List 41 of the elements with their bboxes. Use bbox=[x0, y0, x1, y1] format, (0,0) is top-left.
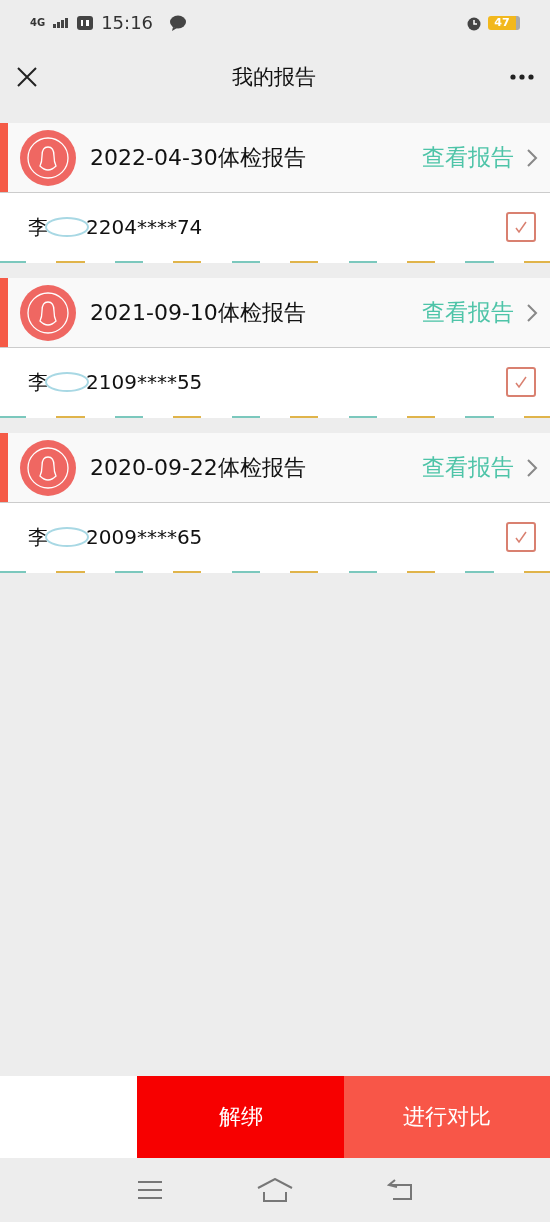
id-number: 2204****74 bbox=[86, 215, 203, 239]
avatar-icon bbox=[20, 439, 76, 496]
checkbox[interactable] bbox=[506, 212, 536, 242]
unbind-button[interactable]: 解绑 bbox=[137, 1076, 344, 1158]
check-icon bbox=[514, 530, 528, 544]
page-title: 我的报告 bbox=[232, 64, 316, 91]
chevron-right-icon[interactable] bbox=[526, 147, 538, 168]
checkbox[interactable] bbox=[506, 522, 536, 552]
home-icon[interactable] bbox=[257, 1178, 293, 1202]
patient-name: 李 bbox=[28, 523, 48, 551]
more-icon[interactable] bbox=[510, 74, 534, 80]
chevron-right-icon[interactable] bbox=[526, 457, 538, 478]
view-report-link[interactable]: 查看报告 bbox=[422, 142, 514, 173]
status-time: 15:16 bbox=[101, 12, 154, 33]
signal-icon bbox=[53, 17, 70, 28]
report-title: 2022-04-30体检报告 bbox=[90, 143, 307, 172]
report-title: 2020-09-22体检报告 bbox=[90, 453, 307, 482]
id-number: 2009****65 bbox=[86, 525, 203, 549]
close-icon[interactable] bbox=[16, 66, 38, 88]
battery-icon: 47 bbox=[488, 15, 520, 30]
avatar-icon bbox=[20, 284, 76, 341]
network-label: 4G bbox=[30, 17, 46, 28]
patient-name: 李 bbox=[28, 213, 48, 241]
check-icon bbox=[514, 375, 528, 389]
compare-button[interactable]: 进行对比 bbox=[344, 1076, 550, 1158]
check-icon bbox=[514, 220, 528, 234]
view-report-link[interactable]: 查看报告 bbox=[422, 452, 514, 483]
hd-icon bbox=[77, 15, 94, 30]
accent-bar bbox=[0, 123, 8, 192]
id-number: 2109****55 bbox=[86, 370, 203, 394]
menu-icon[interactable] bbox=[137, 1180, 163, 1200]
back-icon[interactable] bbox=[387, 1179, 413, 1201]
accent-bar bbox=[0, 433, 8, 502]
chat-icon bbox=[169, 14, 188, 31]
checkbox[interactable] bbox=[506, 367, 536, 397]
patient-name: 李 bbox=[28, 368, 48, 396]
view-report-link[interactable]: 查看报告 bbox=[422, 297, 514, 328]
report-title: 2021-09-10体检报告 bbox=[90, 298, 307, 327]
chevron-right-icon[interactable] bbox=[526, 302, 538, 323]
avatar-icon bbox=[20, 129, 76, 186]
accent-bar bbox=[0, 278, 8, 347]
